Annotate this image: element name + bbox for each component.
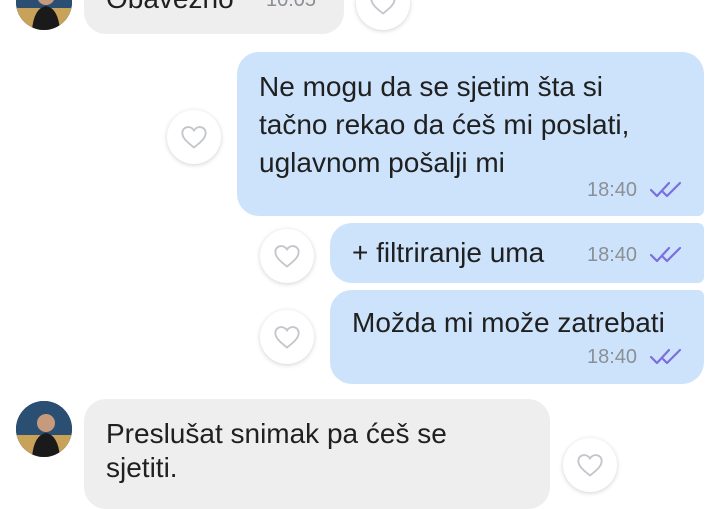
double-check-icon <box>649 181 682 198</box>
like-button[interactable] <box>356 0 410 30</box>
message-text-line-2: sjetiti. <box>106 452 178 483</box>
like-button[interactable] <box>563 438 617 492</box>
message-time: 10:05 <box>266 0 317 11</box>
incoming-message-bubble[interactable]: Preslušat snimak pa ćeš se sjetiti. <box>84 399 550 509</box>
message-text-line-3: uglavnom pošalji mi <box>259 147 505 178</box>
outgoing-message-bubble[interactable]: Možda mi može zatrebati 18:40 <box>330 290 704 384</box>
like-button[interactable] <box>167 110 221 164</box>
message-text: Obavezno <box>106 0 234 18</box>
heart-outline-icon <box>577 454 603 477</box>
message-text: + filtriranje uma <box>352 237 545 268</box>
outgoing-message-bubble[interactable]: + filtriranje uma 18:40 <box>330 223 704 283</box>
message-text-line-1: Preslušat snimak pa ćeš se <box>106 418 447 449</box>
like-button[interactable] <box>260 229 314 283</box>
avatar-photo <box>16 401 72 457</box>
contact-avatar[interactable] <box>16 401 72 457</box>
heart-outline-icon <box>274 326 300 349</box>
outgoing-message-bubble[interactable]: Ne mogu da se sjetim šta si tačno rekao … <box>237 52 704 216</box>
double-check-icon <box>649 246 682 263</box>
double-check-icon <box>649 348 682 365</box>
message-time: 18:40 <box>587 346 638 368</box>
message-time: 18:40 <box>587 179 638 201</box>
message-time: 18:40 <box>587 244 638 266</box>
heart-outline-icon <box>181 126 207 149</box>
message-text-line-2: tačno rekao da ćeš mi poslati, <box>259 109 630 140</box>
avatar-photo <box>16 0 72 30</box>
heart-outline-icon <box>274 245 300 268</box>
incoming-message-bubble[interactable]: Obavezno 10:05 <box>84 0 344 34</box>
message-text-line-1: Ne mogu da se sjetim šta si <box>259 71 603 102</box>
heart-outline-icon <box>370 0 396 15</box>
contact-avatar[interactable] <box>16 0 72 30</box>
message-text: Možda mi može zatrebati <box>352 307 665 338</box>
like-button[interactable] <box>260 310 314 364</box>
